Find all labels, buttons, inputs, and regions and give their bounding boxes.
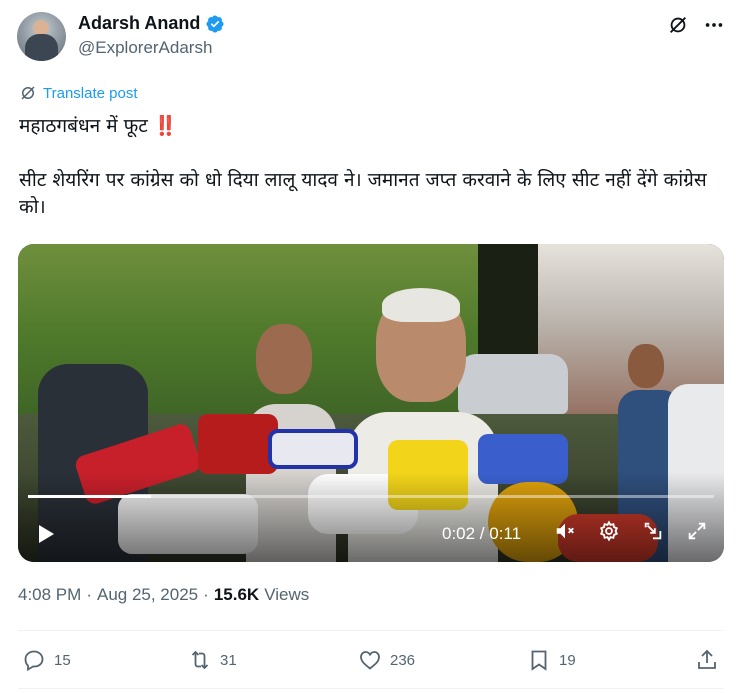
tweet-line-2: सीट शेयरिंग पर कांग्रेस को धो दिया लालू … [19, 169, 713, 218]
name-row: Adarsh Anand [78, 13, 225, 34]
video-microphone [268, 429, 358, 469]
tweet-header: Adarsh Anand @ExplorerAdarsh [17, 12, 727, 62]
video-progress-fill [28, 495, 152, 498]
fullscreen-icon[interactable] [686, 520, 708, 542]
divider [18, 630, 724, 631]
tweet-text: महाठगबंधन में फूट ‼️ सीट शेयरिंग पर कांग… [19, 113, 729, 221]
like-button[interactable]: 236 [358, 648, 415, 672]
pip-icon[interactable] [642, 520, 664, 542]
repost-icon [191, 650, 209, 670]
meta-separator: · [203, 585, 209, 604]
settings-icon[interactable] [598, 520, 620, 542]
video-controls-shade [18, 472, 724, 562]
tweet-blank-line [19, 140, 729, 167]
verified-badge-icon [206, 14, 224, 33]
meta-separator: · [86, 585, 92, 604]
reply-count: 15 [54, 651, 71, 669]
tweet-time[interactable]: 4:08 PM [18, 585, 81, 605]
translate-post-link[interactable]: Translate post [19, 84, 138, 102]
handle[interactable]: @ExplorerAdarsh [78, 38, 212, 58]
tweet-actions: 15 31 236 19 [22, 648, 722, 676]
video-microphone [198, 414, 278, 474]
reply-icon [24, 650, 44, 672]
bookmark-count: 19 [559, 651, 576, 669]
mute-icon[interactable] [554, 520, 576, 542]
more-icon[interactable] [703, 14, 725, 36]
repost-count: 31 [220, 651, 237, 669]
tweet-meta: 4:08 PM · Aug 25, 2025 · 15.6K Views [18, 585, 309, 605]
translate-label: Translate post [43, 84, 138, 102]
double-exclamation-emoji: ‼️ [153, 115, 178, 137]
heart-icon [360, 651, 380, 670]
views-label: Views [264, 585, 310, 604]
video-time: 0:02 / 0:11 [442, 524, 522, 543]
avatar-body [25, 34, 58, 61]
divider [18, 688, 724, 689]
video-person-head [256, 324, 312, 394]
grok-translate-icon [21, 86, 35, 100]
views-count: 15.6K [213, 585, 260, 604]
video-controls [554, 520, 708, 542]
tweet-date[interactable]: Aug 25, 2025 [97, 585, 198, 605]
share-icon [698, 649, 716, 669]
bookmark-button[interactable]: 19 [527, 648, 576, 672]
share-button[interactable] [695, 648, 719, 672]
repost-button[interactable]: 31 [188, 648, 237, 672]
tweet-line-1-text: महाठगबंधन में फूट [19, 115, 154, 137]
like-count: 236 [390, 651, 416, 669]
header-actions [667, 14, 725, 36]
play-icon[interactable] [33, 522, 57, 546]
reply-button[interactable]: 15 [22, 648, 71, 672]
grok-icon[interactable] [667, 14, 689, 36]
display-name[interactable]: Adarsh Anand [78, 13, 200, 34]
video-person-head [628, 344, 664, 388]
bookmark-icon [531, 650, 547, 671]
video-speaker-hair [382, 288, 460, 322]
tweet-line-1: महाठगबंधन में फूट ‼️ [19, 113, 729, 140]
video-player[interactable]: 0:02 / 0:11 [18, 244, 724, 562]
video-frame [18, 244, 724, 562]
video-progress-bar[interactable] [28, 495, 714, 498]
avatar[interactable] [17, 12, 66, 61]
